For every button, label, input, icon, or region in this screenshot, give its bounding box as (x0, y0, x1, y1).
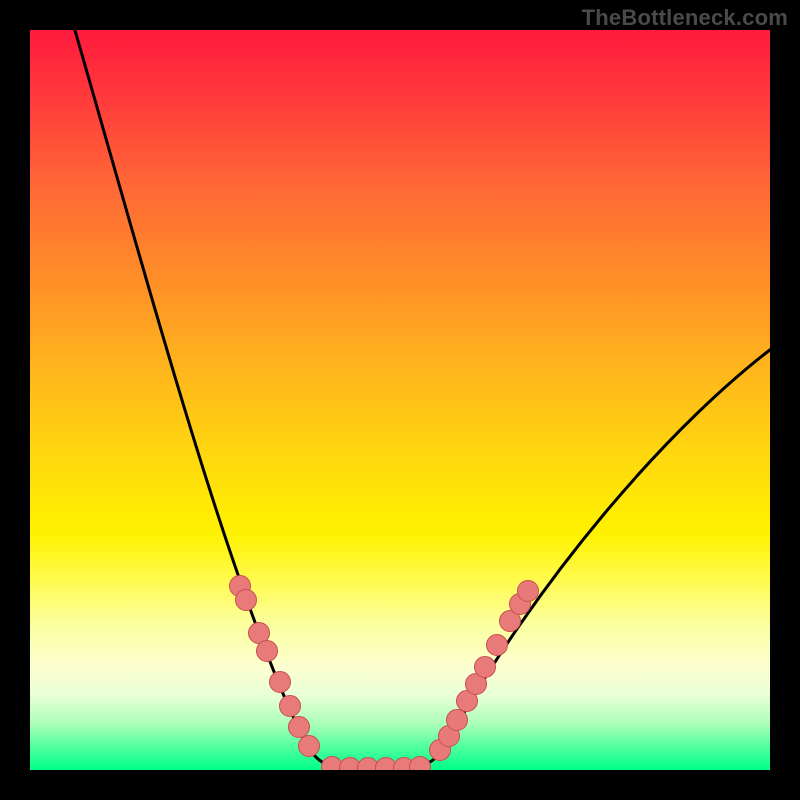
data-dot (299, 736, 320, 757)
data-dot (487, 635, 508, 656)
curve-svg (30, 30, 770, 770)
bottleneck-curve (72, 30, 770, 767)
data-dot (410, 757, 431, 771)
data-dot (447, 710, 468, 731)
chart-frame (30, 30, 770, 770)
data-dot (257, 641, 278, 662)
data-dot (236, 590, 257, 611)
data-dots (230, 576, 539, 771)
data-dot (475, 657, 496, 678)
watermark-text: TheBottleneck.com (582, 5, 788, 31)
data-dot (280, 696, 301, 717)
data-dot (518, 581, 539, 602)
data-dot (289, 717, 310, 738)
data-dot (270, 672, 291, 693)
